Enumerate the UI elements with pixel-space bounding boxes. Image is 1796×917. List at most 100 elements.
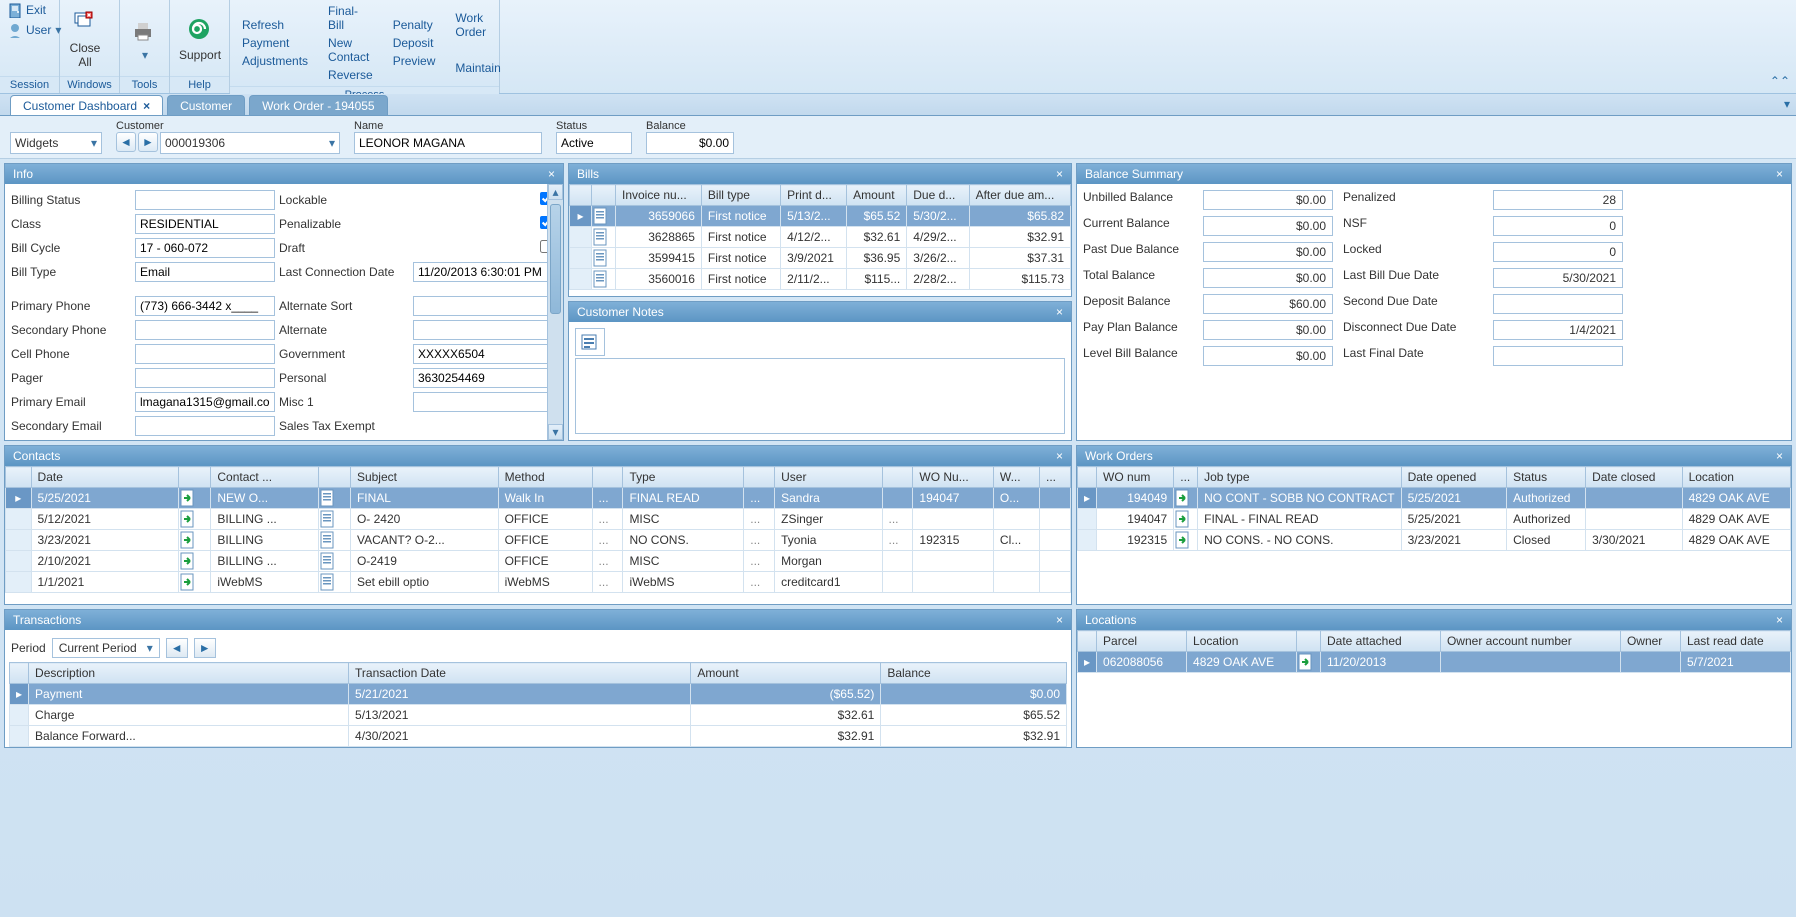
adjustments-button[interactable]: Adjustments xyxy=(232,52,318,70)
ribbon-collapse-icon[interactable]: ⌃⌃ xyxy=(1770,74,1790,88)
bills-table[interactable]: Invoice nu...Bill typePrint d...AmountDu… xyxy=(569,184,1071,290)
misc1-field[interactable] xyxy=(413,392,553,412)
table-row[interactable]: 5/12/2021BILLING ...O- 2420OFFICE...MISC… xyxy=(6,509,1071,530)
table-row[interactable]: ▸0620880564829 OAK AVE11/20/20135/7/2021 xyxy=(1078,652,1791,673)
close-icon[interactable]: × xyxy=(1056,305,1063,319)
transactions-table[interactable]: DescriptionTransaction DateAmountBalance… xyxy=(9,662,1067,747)
alternate-sort-field[interactable] xyxy=(413,296,553,316)
table-row[interactable]: 192315NO CONS. - NO CONS.3/23/2021Closed… xyxy=(1078,530,1791,551)
status-field[interactable] xyxy=(556,132,632,154)
penalty-button[interactable]: Penalty xyxy=(383,16,446,34)
process-col-3: Penalty Deposit Preview xyxy=(383,2,446,84)
bill-cycle-field[interactable] xyxy=(135,238,275,258)
period-label: Period xyxy=(11,641,46,655)
bill-type-field[interactable] xyxy=(135,262,275,282)
table-row[interactable]: 194047FINAL - FINAL READ5/25/2021Authori… xyxy=(1078,509,1791,530)
close-icon[interactable]: × xyxy=(1056,449,1063,463)
workorder-button[interactable]: Work Order xyxy=(445,9,510,41)
newcontact-button[interactable]: New Contact xyxy=(318,34,383,66)
close-icon[interactable]: × xyxy=(1776,613,1783,627)
table-row[interactable]: Balance Forward...4/30/2021$32.91$32.91 xyxy=(10,726,1067,747)
user-dropdown[interactable]: User ▾ xyxy=(0,20,59,40)
tools-dropdown[interactable]: ▾ xyxy=(120,0,170,76)
table-row[interactable]: 3599415First notice3/9/2021$36.953/26/2.… xyxy=(570,248,1071,269)
lastfinal-value xyxy=(1493,346,1623,366)
tabbar-overflow-icon[interactable]: ▾ xyxy=(1784,97,1790,111)
reverse-button[interactable]: Reverse xyxy=(318,66,383,84)
period-select[interactable]: Current Period xyxy=(52,638,160,658)
customer-id-input[interactable]: 000019306▾ xyxy=(160,132,340,154)
period-next-icon[interactable]: ► xyxy=(194,638,216,658)
process-col-1: Refresh Payment Adjustments xyxy=(232,2,318,84)
close-icon[interactable]: × xyxy=(1776,449,1783,463)
widgets-select[interactable]: Widgets▾ xyxy=(10,132,102,154)
locked-value: 0 xyxy=(1493,242,1623,262)
balance-label: Balance xyxy=(646,120,734,132)
document-tabbar: Customer Dashboard× Customer Work Order … xyxy=(0,94,1796,116)
deposit-button[interactable]: Deposit xyxy=(383,34,446,52)
process-col-4: Work Order Maintain xyxy=(445,2,510,84)
table-row[interactable]: Charge5/13/2021$32.61$65.52 xyxy=(10,705,1067,726)
table-row[interactable]: ▸Payment5/21/2021($65.52)$0.00 xyxy=(10,684,1067,705)
tab-customer[interactable]: Customer xyxy=(167,95,245,115)
table-row[interactable]: 3560016First notice2/11/2...$115...2/28/… xyxy=(570,269,1071,290)
government-field[interactable] xyxy=(413,344,553,364)
billing-status-field[interactable] xyxy=(135,190,275,210)
customer-next-icon[interactable]: ► xyxy=(138,132,158,152)
transactions-panel: Transactions× Period Current Period ◄ ► … xyxy=(4,609,1072,748)
penalized-value: 28 xyxy=(1493,190,1623,210)
alternate-field[interactable] xyxy=(413,320,553,340)
close-icon[interactable]: × xyxy=(1776,167,1783,181)
period-prev-icon[interactable]: ◄ xyxy=(166,638,188,658)
table-row[interactable]: ▸3659066First notice5/13/2...$65.525/30/… xyxy=(570,206,1071,227)
secondary-phone-field[interactable] xyxy=(135,320,275,340)
personal-field[interactable] xyxy=(413,368,553,388)
table-row[interactable]: 3/23/2021BILLINGVACANT? O-2...OFFICE...N… xyxy=(6,530,1071,551)
notes-textarea[interactable] xyxy=(575,358,1065,434)
disconnect-value: 1/4/2021 xyxy=(1493,320,1623,340)
close-icon[interactable]: × xyxy=(143,99,150,113)
secondary-email-field[interactable] xyxy=(135,416,275,436)
customer-header: Widgets▾ Customer ◄ ► 000019306▾ Name St… xyxy=(0,116,1796,159)
info-panel: Info× Billing Status Lockable Class Pena… xyxy=(4,163,564,441)
pager-field[interactable] xyxy=(135,368,275,388)
refresh-button[interactable]: Refresh xyxy=(232,16,318,34)
lcd-field[interactable] xyxy=(413,262,553,282)
windows-group-label: Windows xyxy=(60,76,119,93)
workorders-table[interactable]: WO num...Job typeDate openedStatusDate c… xyxy=(1077,466,1791,551)
payment-button[interactable]: Payment xyxy=(232,34,318,52)
ribbon-toolbar: Exit User ▾ Session Close All Windows ▾ … xyxy=(0,0,1796,94)
support-button[interactable]: Support xyxy=(170,0,230,76)
preview-button[interactable]: Preview xyxy=(383,52,446,70)
levelbill-balance-value: $0.00 xyxy=(1203,346,1333,366)
table-row[interactable]: ▸5/25/2021NEW O...FINALWalk In...FINAL R… xyxy=(6,488,1071,509)
contacts-table[interactable]: DateContact ...SubjectMethodTypeUserWO N… xyxy=(5,466,1071,593)
primary-email-field[interactable] xyxy=(135,392,275,412)
table-row[interactable]: 3628865First notice4/12/2...$32.614/29/2… xyxy=(570,227,1071,248)
pastdue-balance-value: $0.00 xyxy=(1203,242,1333,262)
customer-prev-icon[interactable]: ◄ xyxy=(116,132,136,152)
close-icon[interactable]: × xyxy=(548,167,555,181)
unbilled-balance-value: $0.00 xyxy=(1203,190,1333,210)
process-col-2: Final-Bill New Contact Reverse xyxy=(318,2,383,84)
customer-notes-panel: Customer Notes× xyxy=(568,301,1072,441)
primary-phone-field[interactable] xyxy=(135,296,275,316)
maintain-button[interactable]: Maintain xyxy=(445,59,510,77)
info-scrollbar[interactable]: ▴▾ xyxy=(547,184,563,440)
locations-table[interactable]: ParcelLocationDate attachedOwner account… xyxy=(1077,630,1791,673)
table-row[interactable]: 1/1/2021iWebMSSet ebill optioiWebMS...iW… xyxy=(6,572,1071,593)
exit-button[interactable]: Exit xyxy=(0,0,59,20)
close-all-button[interactable]: Close All xyxy=(60,0,110,76)
tab-customer-dashboard[interactable]: Customer Dashboard× xyxy=(10,95,163,115)
class-field[interactable] xyxy=(135,214,275,234)
cell-phone-field[interactable] xyxy=(135,344,275,364)
table-row[interactable]: 2/10/2021BILLING ...O-2419OFFICE...MISC.… xyxy=(6,551,1071,572)
table-row[interactable]: ▸194049NO CONT - SOBB NO CONTRACT5/25/20… xyxy=(1078,488,1791,509)
finalbill-button[interactable]: Final-Bill xyxy=(318,2,383,34)
close-icon[interactable]: × xyxy=(1056,167,1063,181)
close-icon[interactable]: × xyxy=(1056,613,1063,627)
name-field[interactable] xyxy=(354,132,542,154)
tab-work-order[interactable]: Work Order - 194055 xyxy=(249,95,388,115)
note-icon[interactable] xyxy=(575,328,605,356)
balance-field xyxy=(646,132,734,154)
